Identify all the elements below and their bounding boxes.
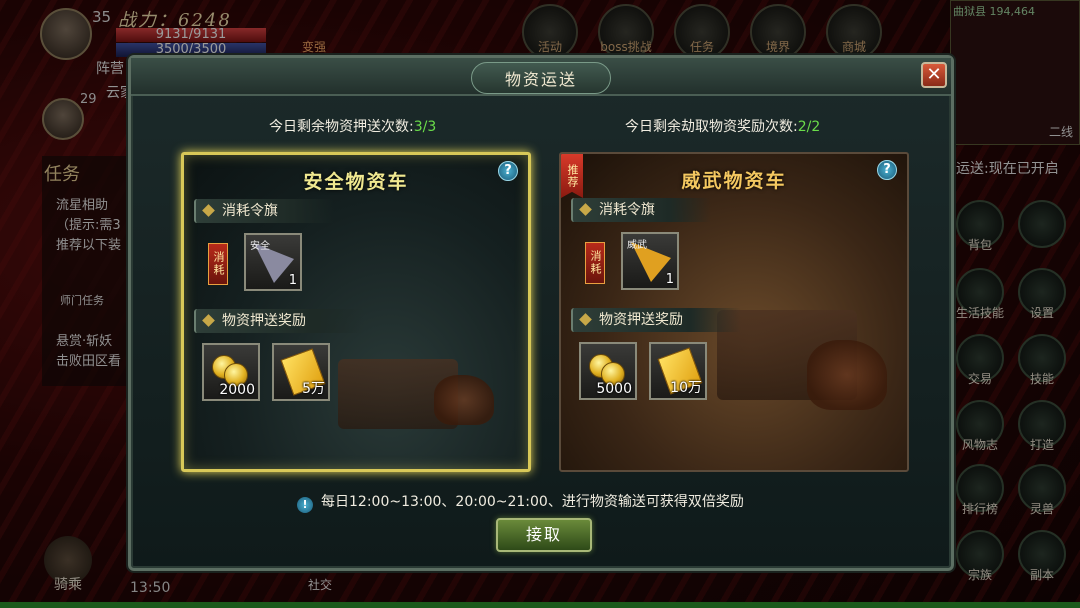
info-icon: !	[297, 497, 313, 513]
diamond-bullet-icon	[202, 314, 215, 327]
consume-tag: 消耗	[585, 242, 605, 284]
safe-cart-card[interactable]: 安全物资车 ? 消耗令旗 消耗 安全 1 物资押送奖励 2000 5万	[181, 152, 531, 472]
reward-section-label: 物资押送奖励	[599, 312, 683, 328]
rob-count: 今日剩余劫取物资奖励次数:2/2	[625, 116, 820, 136]
help-icon[interactable]: ?	[498, 161, 518, 181]
diamond-bullet-icon	[579, 313, 592, 326]
reward-amount: 2000	[219, 382, 255, 398]
cost-section-header: 消耗令旗	[571, 198, 711, 222]
notice-text: 每日12:00~13:00、20:00~21:00、进行物资输送可获得双倍奖励	[321, 494, 744, 510]
diamond-bullet-icon	[579, 203, 592, 216]
flag-name: 安全	[250, 241, 270, 252]
help-icon[interactable]: ?	[877, 160, 897, 180]
flag-item-slot[interactable]: 安全 1	[244, 233, 302, 291]
close-icon[interactable]: ✕	[926, 64, 941, 85]
cost-section-header: 消耗令旗	[194, 199, 334, 223]
close-button[interactable]: ✕	[921, 62, 947, 88]
dialog-title-frame: 物资运送	[471, 62, 611, 94]
reward-amount: 5万	[302, 381, 325, 397]
cost-section-label: 消耗令旗	[599, 202, 655, 218]
reward-amount: 10万	[670, 380, 702, 396]
dialog-header: 物资运送 ✕	[131, 58, 951, 96]
reward-slot-ticket[interactable]: 5万	[272, 343, 330, 401]
diamond-bullet-icon	[202, 204, 215, 217]
reward-section-header: 物资押送奖励	[571, 308, 741, 332]
reward-amount: 5000	[596, 381, 632, 397]
cost-section-label: 消耗令旗	[222, 203, 278, 219]
reward-slot-coin[interactable]: 5000	[579, 342, 637, 400]
escort-count: 今日剩余物资押送次数:3/3	[269, 116, 436, 136]
dialog-title: 物资运送	[504, 70, 577, 89]
item-count: 1	[288, 273, 297, 288]
flag-item-slot[interactable]: 威武 1	[621, 232, 679, 290]
item-count: 1	[665, 272, 674, 287]
reward-slot-coin[interactable]: 2000	[202, 343, 260, 401]
reward-slot-ticket[interactable]: 10万	[649, 342, 707, 400]
card-title: 威武物资车	[681, 170, 787, 192]
card-title: 安全物资车	[303, 171, 409, 193]
reward-section-label: 物资押送奖励	[222, 313, 306, 329]
consume-tag: 消耗	[208, 243, 228, 285]
rob-count-value: 2/2	[797, 119, 821, 135]
mighty-cart-card[interactable]: 推荐 威武物资车 ? 消耗令旗 消耗 威武 1 物资押送奖励 5000 10万	[559, 152, 909, 472]
reward-section-header: 物资押送奖励	[194, 309, 364, 333]
horse-illustration	[434, 375, 494, 425]
double-reward-notice: ! 每日12:00~13:00、20:00~21:00、进行物资输送可获得双倍奖励	[297, 491, 744, 513]
escort-count-label: 今日剩余物资押送次数:	[269, 119, 414, 135]
rob-count-label: 今日剩余劫取物资奖励次数:	[625, 119, 798, 135]
supply-transport-dialog: 物资运送 ✕ 今日剩余物资押送次数:3/3 今日剩余劫取物资奖励次数:2/2 安…	[128, 55, 954, 571]
horse-illustration	[807, 340, 887, 410]
flag-name: 威武	[627, 240, 647, 251]
accept-button[interactable]: 接取	[496, 518, 592, 552]
escort-count-value: 3/3	[413, 119, 437, 135]
